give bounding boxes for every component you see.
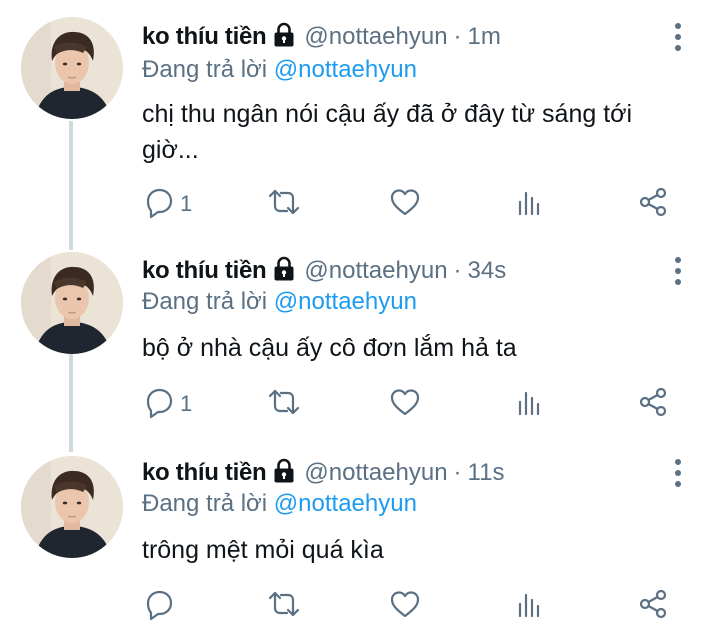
display-name[interactable]: ko thíu tiền bbox=[142, 459, 267, 487]
tweet-text: bộ ở nhà cậu ấy cô đơn lắm hả ta bbox=[142, 334, 517, 362]
avatar[interactable] bbox=[21, 456, 123, 558]
reply-bubble-icon bbox=[142, 385, 176, 424]
retweet-button[interactable] bbox=[266, 588, 302, 624]
separator-dot: · bbox=[453, 459, 462, 486]
tweet[interactable]: ko thíu tiền @nottaehyun · 11s Đang trả … bbox=[0, 450, 720, 624]
heart-icon bbox=[388, 185, 422, 224]
avatar[interactable] bbox=[21, 252, 123, 354]
bar-chart-icon bbox=[512, 185, 546, 224]
tweet-actions: 1 bbox=[140, 386, 680, 422]
analytics-button[interactable] bbox=[512, 588, 546, 624]
mention-link[interactable]: @nottaehyun bbox=[274, 490, 417, 517]
mention-link[interactable]: @nottaehyun bbox=[274, 288, 417, 315]
more-vertical-icon[interactable] bbox=[672, 256, 684, 286]
reply-button[interactable]: 1 bbox=[142, 186, 192, 222]
tweet-header: ko thíu tiền @nottaehyun · 1m bbox=[142, 20, 501, 54]
reply-button[interactable] bbox=[142, 588, 180, 624]
lock-icon bbox=[272, 458, 296, 489]
more-vertical-icon[interactable] bbox=[672, 458, 684, 488]
like-button[interactable] bbox=[388, 386, 422, 422]
reply-count: 1 bbox=[180, 391, 193, 416]
reply-button[interactable]: 1 bbox=[142, 386, 192, 422]
more-vertical-icon[interactable] bbox=[672, 22, 684, 52]
like-button[interactable] bbox=[388, 186, 422, 222]
replying-to-label: Đang trả lời bbox=[142, 56, 268, 83]
tweet-actions bbox=[140, 588, 680, 624]
replying-to: Đang trả lời @nottaehyun bbox=[142, 490, 417, 518]
lock-icon bbox=[272, 256, 296, 287]
timestamp[interactable]: 34s bbox=[468, 257, 507, 285]
retweet-icon bbox=[266, 587, 302, 626]
reply-bubble-icon bbox=[142, 185, 176, 224]
retweet-icon bbox=[266, 385, 302, 424]
display-name[interactable]: ko thíu tiền bbox=[142, 23, 267, 51]
replying-to-label: Đang trả lời bbox=[142, 490, 268, 517]
bar-chart-icon bbox=[512, 385, 546, 424]
share-button[interactable] bbox=[636, 186, 670, 222]
replying-to: Đang trả lời @nottaehyun bbox=[142, 56, 417, 84]
tweet-header: ko thíu tiền @nottaehyun · 11s bbox=[142, 456, 504, 490]
user-handle[interactable]: @nottaehyun bbox=[304, 257, 447, 285]
display-name[interactable]: ko thíu tiền bbox=[142, 257, 267, 285]
analytics-button[interactable] bbox=[512, 186, 546, 222]
share-icon bbox=[636, 385, 670, 424]
heart-icon bbox=[388, 385, 422, 424]
retweet-icon bbox=[266, 185, 302, 224]
share-button[interactable] bbox=[636, 386, 670, 422]
tweet-header: ko thíu tiền @nottaehyun · 34s bbox=[142, 254, 506, 288]
avatar[interactable] bbox=[21, 17, 123, 119]
analytics-button[interactable] bbox=[512, 386, 546, 422]
mention-link[interactable]: @nottaehyun bbox=[274, 56, 417, 83]
share-icon bbox=[636, 587, 670, 626]
separator-dot: · bbox=[453, 23, 462, 50]
lock-icon bbox=[272, 22, 296, 53]
tweet-text: chị thu ngân nói cậu ấy đã ở đây từ sáng… bbox=[142, 100, 633, 164]
separator-dot: · bbox=[453, 257, 462, 284]
tweet-text: trông mệt mỏi quá kìa bbox=[142, 536, 384, 564]
like-button[interactable] bbox=[388, 588, 422, 624]
replying-to: Đang trả lời @nottaehyun bbox=[142, 288, 417, 316]
replying-to-label: Đang trả lời bbox=[142, 288, 268, 315]
retweet-button[interactable] bbox=[266, 386, 302, 422]
reply-count: 1 bbox=[180, 191, 193, 216]
bar-chart-icon bbox=[512, 587, 546, 626]
reply-bubble-icon bbox=[142, 587, 176, 626]
share-icon bbox=[636, 185, 670, 224]
heart-icon bbox=[388, 587, 422, 626]
tweet[interactable]: ko thíu tiền @nottaehyun · 34s Đang trả … bbox=[0, 248, 720, 424]
user-handle[interactable]: @nottaehyun bbox=[304, 459, 447, 487]
retweet-button[interactable] bbox=[266, 186, 302, 222]
tweet[interactable]: ko thíu tiền @nottaehyun · 1m Đang trả l… bbox=[0, 0, 720, 224]
tweet-actions: 1 bbox=[140, 186, 680, 222]
timestamp[interactable]: 1m bbox=[468, 23, 501, 51]
user-handle[interactable]: @nottaehyun bbox=[304, 23, 447, 51]
share-button[interactable] bbox=[636, 588, 670, 624]
timestamp[interactable]: 11s bbox=[468, 459, 505, 487]
